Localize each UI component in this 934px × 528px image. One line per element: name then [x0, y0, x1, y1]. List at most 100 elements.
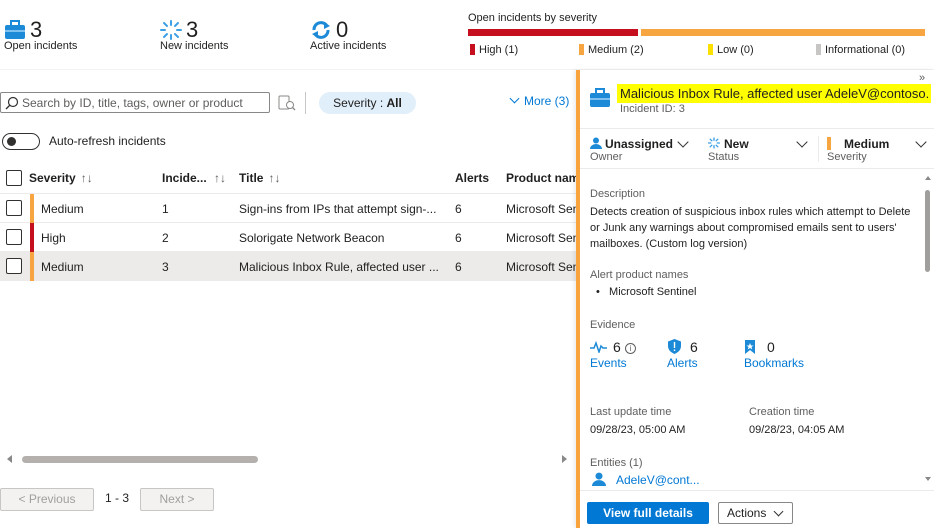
more-filters-button[interactable]: More (3): [509, 93, 569, 108]
owner-label: Owner: [590, 151, 623, 163]
bookmarks-link[interactable]: Bookmarks: [744, 356, 804, 370]
product-cell: Microsoft Sentinel: [506, 231, 576, 245]
shield-icon: [668, 339, 681, 354]
briefcase-icon: [5, 20, 25, 39]
scroll-down-arrow[interactable]: [925, 477, 931, 481]
table-row[interactable]: Medium 3 Malicious Inbox Rule, affected …: [0, 252, 576, 281]
status-label: Status: [708, 151, 740, 163]
column-header-title[interactable]: Title ↑↓: [239, 171, 280, 185]
active-incidents-count: 0: [336, 17, 349, 42]
creation-time-label: Creation time: [749, 406, 815, 418]
next-page-button[interactable]: Next >: [140, 488, 214, 511]
alerts-cell: 6: [455, 202, 462, 216]
severity-bar-medium: [641, 29, 925, 36]
incident-id: Incident ID: 3: [620, 103, 685, 115]
page-range: 1 - 3: [105, 491, 130, 505]
auto-refresh-toggle[interactable]: [2, 133, 40, 150]
panel-divider: [580, 168, 934, 169]
info-icon[interactable]: i: [625, 343, 636, 354]
open-incidents-label: Open incidents: [4, 40, 78, 52]
creation-time-value: 09/28/23, 04:05 AM: [749, 424, 845, 436]
legend-high: High (1): [470, 44, 518, 56]
alerts-count: 6: [690, 339, 698, 355]
title-cell: Sign-ins from IPs that attempt sign-...: [239, 202, 437, 216]
product-cell: Microsoft Sentinel: [506, 202, 576, 216]
person-icon: [592, 472, 606, 486]
bookmarks-count: 0: [767, 339, 775, 355]
scroll-up-arrow[interactable]: [925, 176, 931, 180]
legend-informational: Informational (0): [816, 44, 905, 56]
auto-refresh-label: Auto-refresh incidents: [49, 134, 166, 148]
alerts-cell: 6: [455, 231, 462, 245]
severity-indicator: [827, 137, 831, 150]
table-row[interactable]: Medium 1 Sign-ins from IPs that attempt …: [0, 194, 576, 223]
expand-panel-icon[interactable]: »: [919, 72, 925, 84]
active-incidents-label: Active incidents: [310, 40, 387, 52]
search-placeholder: Search by ID, title, tags, owner or prod…: [22, 96, 243, 110]
select-all-checkbox[interactable]: [6, 170, 22, 186]
severity-indicator: [30, 223, 34, 252]
alert-product-item: • Microsoft Sentinel: [596, 286, 697, 298]
scroll-right-arrow[interactable]: [562, 455, 567, 463]
product-cell: Microsoft Sentinel: [506, 260, 576, 274]
new-incidents-label: New incidents: [160, 40, 229, 52]
horizontal-scrollbar[interactable]: [22, 456, 258, 463]
severity-cell: High: [41, 231, 66, 245]
severity-indicator: [30, 194, 34, 223]
status-dropdown[interactable]: New: [724, 137, 749, 151]
entities-label: Entities (1): [590, 457, 643, 469]
incident-title: Malicious Inbox Rule, affected user Adel…: [620, 86, 928, 101]
previous-page-button[interactable]: < Previous: [0, 488, 94, 511]
column-header-product-name[interactable]: Product name: [506, 171, 576, 185]
view-full-details-button[interactable]: View full details: [587, 502, 709, 524]
incident-id-cell: 2: [162, 231, 169, 245]
table-row[interactable]: High 2 Solorigate Network Beacon 6 Micro…: [0, 223, 576, 252]
search-input[interactable]: Search by ID, title, tags, owner or prod…: [0, 92, 270, 113]
pulse-icon: [590, 341, 607, 353]
scroll-left-arrow[interactable]: [7, 455, 12, 463]
severity-summary-title: Open incidents by severity: [468, 12, 598, 24]
loading-spinner-icon: [160, 20, 182, 40]
column-options-icon[interactable]: [278, 95, 296, 111]
severity-dropdown[interactable]: Medium: [844, 137, 889, 151]
sort-icon[interactable]: ↑↓: [214, 171, 226, 185]
actions-dropdown-button[interactable]: Actions: [718, 502, 793, 524]
briefcase-icon: [590, 88, 610, 107]
alerts-link[interactable]: Alerts: [667, 356, 698, 370]
row-checkbox[interactable]: [6, 200, 22, 216]
owner-dropdown[interactable]: Unassigned: [605, 137, 673, 151]
column-header-severity[interactable]: Severity ↑↓: [29, 171, 93, 185]
legend-medium: Medium (2): [579, 44, 644, 56]
description-label: Description: [590, 188, 646, 200]
new-incidents-count: 3: [186, 17, 199, 42]
evidence-label: Evidence: [590, 319, 636, 331]
events-count: 6: [613, 339, 621, 355]
events-link[interactable]: Events: [590, 356, 627, 370]
sort-icon: ↑↓: [268, 171, 281, 185]
bookmark-icon: [745, 340, 755, 354]
entity-link[interactable]: AdeleV@cont...: [616, 473, 700, 487]
person-icon: [590, 137, 602, 149]
incident-id-cell: 1: [162, 202, 169, 216]
loading-spinner-icon: [708, 137, 720, 149]
severity-filter-pill[interactable]: Severity : All: [319, 92, 416, 114]
panel-vertical-scrollbar[interactable]: [925, 190, 930, 272]
severity-cell: Medium: [41, 260, 84, 274]
row-checkbox[interactable]: [6, 229, 22, 245]
incident-id-cell: 3: [162, 260, 169, 274]
column-header-incident-id[interactable]: Incide...: [162, 171, 207, 185]
alert-products-label: Alert product names: [590, 269, 689, 281]
severity-label: Severity: [827, 151, 867, 163]
last-update-label: Last update time: [590, 406, 672, 418]
toolbar-separator: [305, 92, 306, 114]
legend-low: Low (0): [708, 44, 754, 56]
column-header-alerts[interactable]: Alerts: [455, 171, 489, 185]
severity-cell: Medium: [41, 202, 84, 216]
description-text: Detects creation of suspicious inbox rul…: [590, 206, 911, 250]
panel-divider: [580, 128, 934, 129]
row-checkbox[interactable]: [6, 258, 22, 274]
severity-indicator: [30, 252, 34, 281]
title-cell: Malicious Inbox Rule, affected user ...: [239, 260, 439, 274]
alerts-cell: 6: [455, 260, 462, 274]
title-cell: Solorigate Network Beacon: [239, 231, 385, 245]
